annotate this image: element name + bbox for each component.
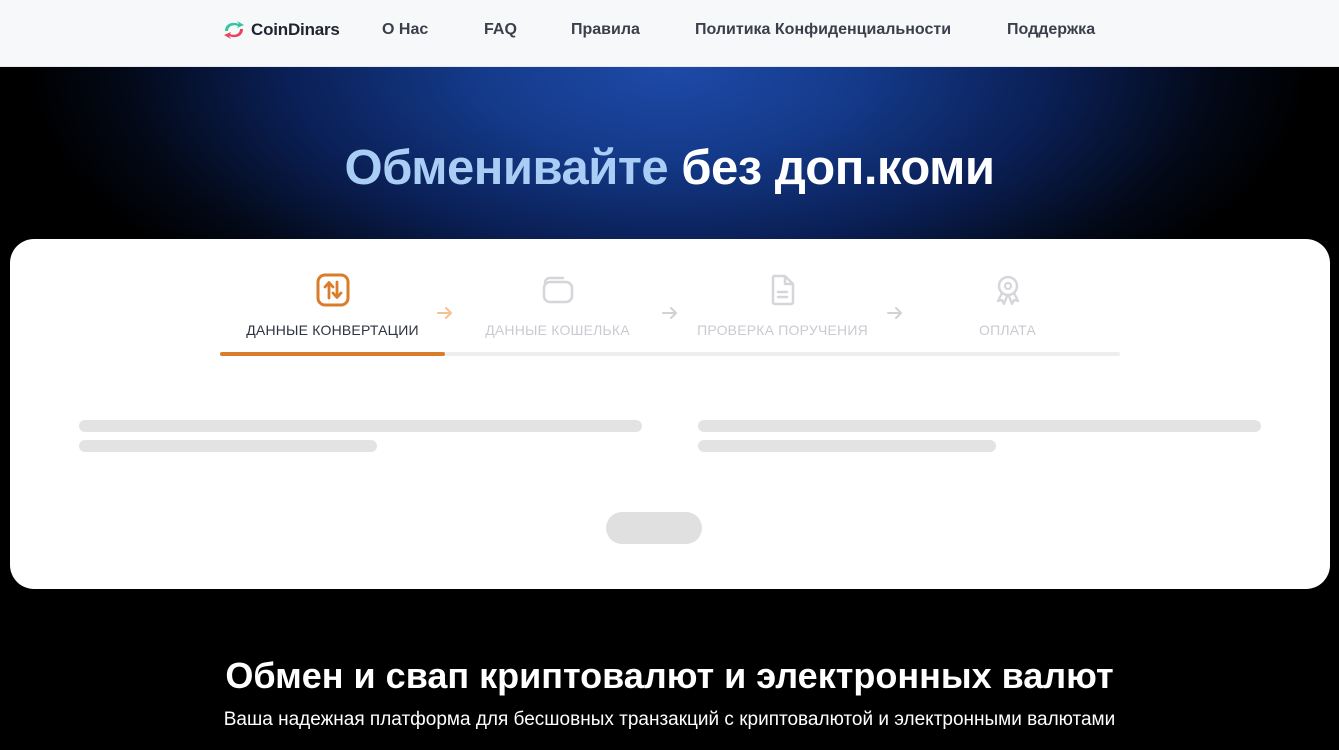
step-label: ДАННЫЕ КОНВЕРТАЦИИ	[246, 322, 419, 338]
hero-title-highlight: Обменивайте	[344, 141, 669, 195]
wizard-progress-bar	[220, 352, 1120, 356]
nav-link-support[interactable]: Поддержка	[1007, 21, 1095, 39]
section-subtitle: Ваша надежная платформа для бесшовных тр…	[223, 709, 1116, 730]
document-icon	[771, 274, 795, 306]
step-label: ПРОВЕРКА ПОРУЧЕНИЯ	[697, 322, 868, 338]
award-icon	[996, 275, 1020, 306]
nav-link-about[interactable]: О Нас	[382, 21, 428, 39]
hero-title-rest: без доп.коми	[681, 141, 995, 195]
skeleton-line	[698, 420, 1261, 432]
nav-link-rules[interactable]: Правила	[571, 21, 640, 39]
nav-link-faq[interactable]: FAQ	[484, 21, 517, 39]
section-title: Обмен и свап криптовалют и электронных в…	[225, 655, 1114, 696]
brand-logo[interactable]: CoinDinars	[222, 19, 340, 41]
top-navbar: CoinDinars О Нас FAQ Правила Политика Ко…	[0, 0, 1339, 67]
swap-arrows-icon	[316, 273, 350, 307]
wizard-progress-fill	[220, 352, 445, 356]
step-label: ДАННЫЕ КОШЕЛЬКА	[485, 322, 630, 338]
logo-icon	[224, 21, 244, 39]
arrow-right-icon	[662, 307, 677, 319]
skeleton-line	[79, 420, 642, 432]
exchange-card: ДАННЫЕ КОНВЕРТАЦИИ ДАННЫЕ КОШЕЛЬКА ПРОВЕ…	[10, 239, 1330, 589]
arrow-right-icon	[437, 307, 452, 319]
skeleton-line	[698, 440, 996, 452]
skeleton-line	[79, 440, 377, 452]
arrow-right-icon	[887, 307, 902, 319]
skeleton-button	[606, 512, 702, 544]
wallet-icon	[542, 276, 574, 304]
brand-name: CoinDinars	[251, 20, 340, 39]
nav-link-privacy[interactable]: Политика Конфиденциальности	[695, 21, 951, 39]
hero-title: Обменивайте без доп.коми	[0, 140, 1339, 196]
step-label: ОПЛАТА	[978, 322, 1036, 338]
